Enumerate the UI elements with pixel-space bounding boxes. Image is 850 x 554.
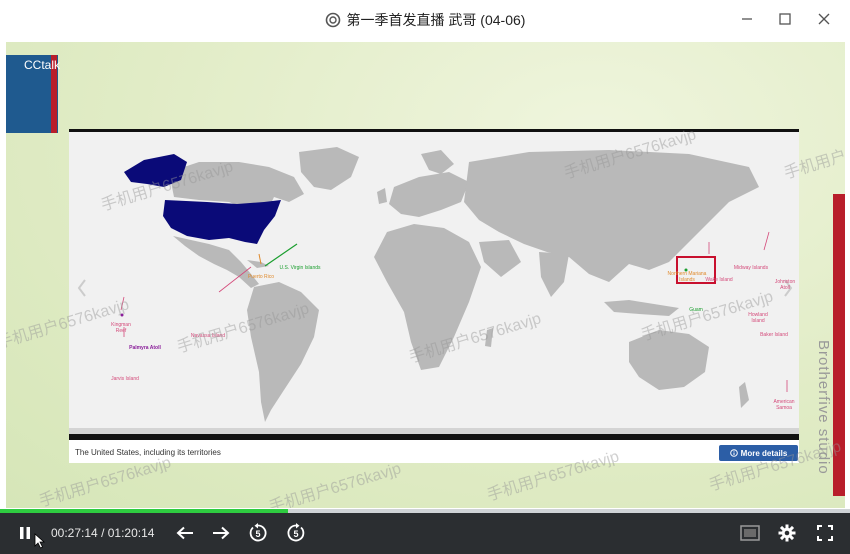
screen-mode-button[interactable] <box>738 521 762 545</box>
greenland-shape <box>299 147 359 190</box>
label-jarvis-island: Jarvis Island <box>111 376 139 382</box>
maximize-icon <box>779 13 791 25</box>
arrow-right-icon <box>213 526 230 540</box>
close-icon <box>818 13 830 25</box>
pause-icon <box>20 527 30 539</box>
svg-text:5: 5 <box>255 529 260 539</box>
gear-icon <box>778 524 796 542</box>
forward-5s-button[interactable]: 5 <box>285 521 307 545</box>
slide-caption: The United States, including its territo… <box>75 448 221 457</box>
label-johnston-atoll: Johnston Atoll <box>774 279 796 291</box>
minimize-button[interactable] <box>735 8 759 30</box>
europe-shape <box>389 172 469 217</box>
window-title: 第一季首发直播 武哥 (04-06) <box>0 0 850 40</box>
mouse-cursor-icon <box>34 533 46 549</box>
close-button[interactable] <box>812 8 836 30</box>
madagascar-shape <box>485 328 493 347</box>
rewind-5s-button[interactable]: 5 <box>247 521 269 545</box>
label-us-virgin-islands: U.S. Virgin Islands <box>279 265 321 271</box>
screen-icon <box>740 525 760 541</box>
label-wake-island: Wake Island <box>705 277 733 283</box>
video-area[interactable]: CCtalk Brotherfive studio U.S. Virgin Is… <box>6 42 845 508</box>
time-display: 00:27:14 / 01:20:14 <box>51 526 154 540</box>
studio-vertical-text: Brotherfive studio <box>815 340 832 475</box>
fullscreen-icon <box>817 525 833 541</box>
label-midway-islands: Midway Islands <box>733 265 769 271</box>
window-title-bar: 第一季首发直播 武哥 (04-06) <box>0 0 850 40</box>
label-navassa-island: Navassa Island <box>190 333 226 339</box>
pause-button[interactable] <box>14 521 36 545</box>
total-time: 01:20:14 <box>107 526 155 540</box>
australia-shape <box>629 330 709 390</box>
label-kingman-reef: Kingman Reef <box>111 322 131 334</box>
kingman-line <box>120 296 125 311</box>
label-puerto-rico: Puerto Rico <box>247 274 275 280</box>
time-separator: / <box>101 526 105 540</box>
caribbean-shape <box>247 260 269 268</box>
label-baker-island: Baker Island <box>760 332 788 338</box>
africa-shape <box>374 224 481 370</box>
info-icon <box>729 449 738 457</box>
arrow-left-icon <box>176 526 193 540</box>
forward-5-icon: 5 <box>287 523 305 542</box>
app-logo-icon <box>325 12 341 28</box>
scandinavia-shape <box>421 150 454 174</box>
india-shape <box>539 252 569 297</box>
label-howland-island: Howland Island <box>748 312 768 324</box>
previous-button[interactable] <box>174 521 196 545</box>
midway-line <box>763 231 770 251</box>
usa-shape <box>163 200 281 244</box>
indonesia-shape <box>604 300 679 316</box>
settings-button[interactable] <box>776 521 798 545</box>
label-guam: Guam <box>689 307 703 313</box>
svg-text:5: 5 <box>293 529 298 539</box>
maximize-button[interactable] <box>773 8 797 30</box>
palmyra-dot <box>120 313 124 317</box>
more-details-button[interactable]: More details <box>719 445 798 461</box>
uk-shape <box>377 188 387 204</box>
minimize-icon <box>742 18 752 20</box>
usvi-arrow <box>264 243 298 267</box>
label-palmyra-atoll: Palmyra Atoll <box>129 345 161 351</box>
slide: U.S. Virgin Islands Puerto Rico Navassa … <box>69 129 799 463</box>
right-accent-bar <box>833 194 845 496</box>
rewind-5-icon: 5 <box>249 523 267 542</box>
arabia-shape <box>479 240 521 277</box>
fullscreen-button[interactable] <box>814 521 836 545</box>
next-button[interactable] <box>210 521 232 545</box>
new-zealand-shape <box>739 382 749 408</box>
cctalk-label: CCtalk <box>24 58 61 72</box>
slide-bottom-rule <box>69 434 799 440</box>
world-map <box>69 147 799 434</box>
current-time: 00:27:14 <box>51 526 98 540</box>
player-controls: 00:27:14 / 01:20:14 5 5 <box>0 513 850 554</box>
south-america-shape <box>247 282 319 422</box>
mexico-shape <box>173 236 259 288</box>
label-american-samoa: American Samoa <box>773 399 795 411</box>
chevron-left-icon <box>77 279 86 297</box>
window-title-text: 第一季首发直播 武哥 (04-06) <box>346 12 526 28</box>
more-details-label: More details <box>740 448 788 458</box>
